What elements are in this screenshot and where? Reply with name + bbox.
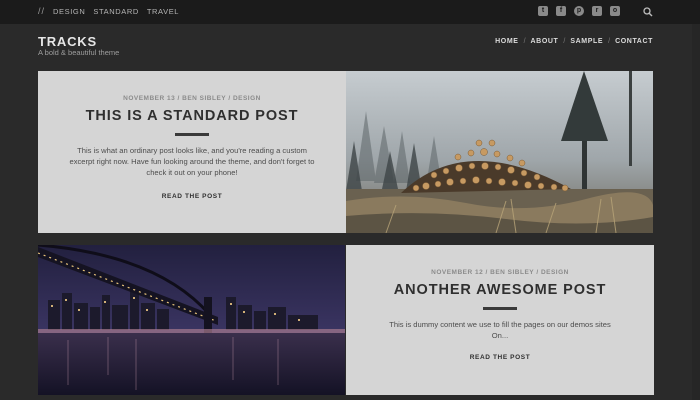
- forest-log-pile-image: [346, 71, 653, 233]
- city-bridge-image: [38, 245, 345, 395]
- scrollbar-track[interactable]: [692, 24, 700, 400]
- social-links: t f p r o: [538, 6, 620, 16]
- search-icon[interactable]: [643, 7, 653, 17]
- nav-contact[interactable]: CONTACT: [615, 38, 653, 45]
- twitter-icon[interactable]: t: [538, 6, 548, 16]
- post-card: NOVEMBER 13 / BEN SIBLEY / DESIGN THIS I…: [38, 71, 653, 233]
- post-excerpt: This is what an ordinary post looks like…: [69, 146, 315, 177]
- top-nav-standard[interactable]: STANDARD: [93, 7, 139, 16]
- site-tagline: A bold & beautiful theme: [38, 48, 120, 57]
- nav-sample[interactable]: SAMPLE: [570, 38, 603, 45]
- post-image-city[interactable]: [38, 245, 345, 395]
- nav-about[interactable]: ABOUT: [531, 38, 559, 45]
- post-excerpt: This is dummy content we use to fill the…: [389, 320, 611, 340]
- read-post-link[interactable]: READ THE POST: [470, 354, 531, 361]
- post-text-panel: NOVEMBER 13 / BEN SIBLEY / DESIGN THIS I…: [38, 71, 346, 233]
- post-title[interactable]: ANOTHER AWESOME POST: [346, 282, 654, 298]
- post-title[interactable]: THIS IS A STANDARD POST: [38, 108, 346, 124]
- post-meta: NOVEMBER 12 / BEN SIBLEY / DESIGN: [431, 269, 569, 276]
- pinterest-icon[interactable]: p: [574, 6, 584, 16]
- top-nav-travel[interactable]: TRAVEL: [147, 7, 179, 16]
- title-divider: [175, 133, 209, 136]
- nav-separator: /: [563, 38, 566, 45]
- post-card: NOVEMBER 12 / BEN SIBLEY / DESIGN ANOTHE…: [38, 245, 654, 395]
- site-title[interactable]: TRACKS: [38, 34, 97, 49]
- top-bar-slashes: //: [38, 6, 46, 16]
- top-bar: // DESIGN STANDARD TRAVEL t f p r o: [0, 0, 700, 24]
- instagram-icon[interactable]: o: [610, 6, 620, 16]
- facebook-icon[interactable]: f: [556, 6, 566, 16]
- post-meta: NOVEMBER 13 / BEN SIBLEY / DESIGN: [123, 95, 261, 102]
- nav-separator: /: [523, 38, 526, 45]
- title-divider: [483, 307, 517, 310]
- top-nav: DESIGN STANDARD TRAVEL: [53, 7, 179, 16]
- nav-separator: /: [608, 38, 611, 45]
- nav-home[interactable]: HOME: [495, 38, 518, 45]
- main-nav: HOME / ABOUT / SAMPLE / CONTACT: [495, 38, 653, 45]
- post-text-panel: NOVEMBER 12 / BEN SIBLEY / DESIGN ANOTHE…: [346, 245, 654, 395]
- read-post-link[interactable]: READ THE POST: [162, 193, 223, 200]
- top-nav-design[interactable]: DESIGN: [53, 7, 85, 16]
- post-image-forest[interactable]: [346, 71, 653, 233]
- rss-icon[interactable]: r: [592, 6, 602, 16]
